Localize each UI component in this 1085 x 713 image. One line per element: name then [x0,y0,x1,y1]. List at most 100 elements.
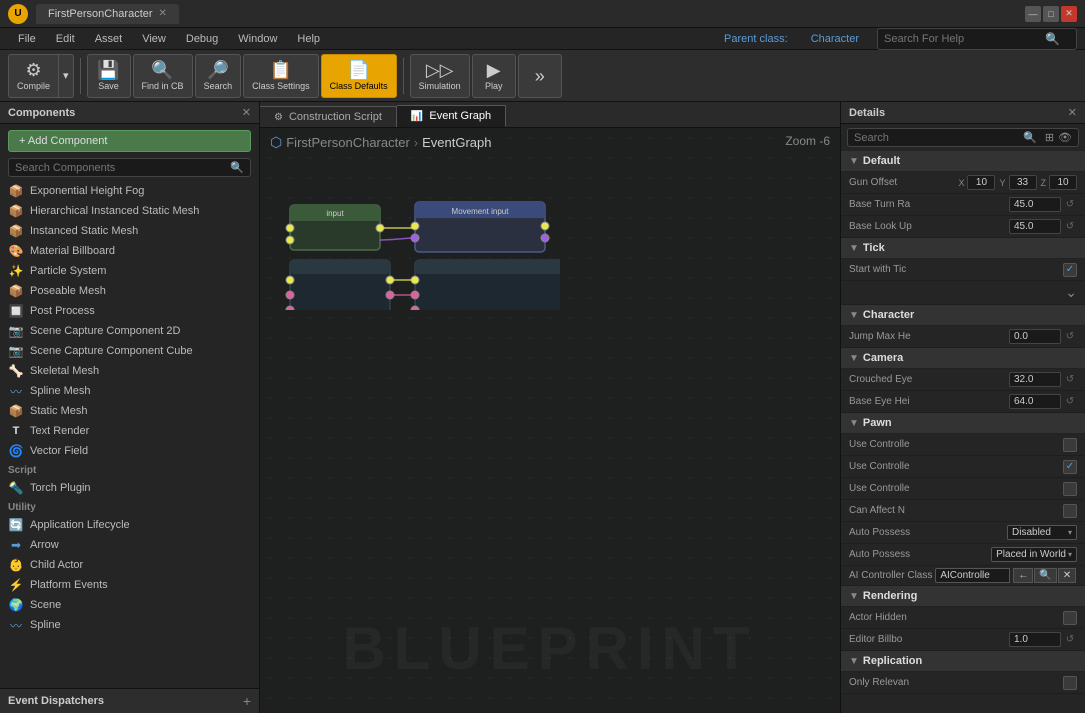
add-component-button[interactable]: + Add Component [8,130,251,152]
default-section-header[interactable]: ▼ Default [841,151,1085,172]
list-item[interactable]: ⚡ Platform Events [0,575,259,595]
class-defaults-button[interactable]: 📄 Class Defaults [321,54,397,98]
minimize-button[interactable]: — [1025,6,1041,22]
use-controlle-3-checkbox[interactable] [1063,482,1077,496]
list-item[interactable]: ➡ Arrow [0,535,259,555]
jump-max-reset[interactable]: ↺ [1063,331,1077,342]
base-eye-input[interactable] [1009,394,1061,409]
list-item[interactable]: 🦴 Skeletal Mesh [0,361,259,381]
menu-help[interactable]: Help [287,31,330,47]
only-relevan-checkbox[interactable] [1063,676,1077,690]
crouched-eye-input[interactable] [1009,372,1061,387]
list-item[interactable]: 🌍 Scene [0,595,259,615]
tick-expand-icon[interactable]: ⌄ [1065,284,1077,301]
jump-max-input[interactable] [1009,329,1061,344]
list-item[interactable]: 📦 Instanced Static Mesh [0,221,259,241]
gun-offset-z-input[interactable] [1049,175,1077,190]
tick-section-header[interactable]: ▼ Tick [841,238,1085,259]
auto-possess-2-select[interactable]: Placed in World ▾ [991,547,1077,562]
can-affect-checkbox[interactable] [1063,504,1077,518]
help-search-input[interactable] [884,33,1035,45]
list-item[interactable]: 👶 Child Actor [0,555,259,575]
list-item[interactable]: 🔄 Application Lifecycle [0,515,259,535]
list-item[interactable]: 📦 Hierarchical Instanced Static Mesh [0,201,259,221]
replication-section-header[interactable]: ▼ Replication [841,651,1085,672]
details-grid-icon[interactable]: ⊞ [1045,131,1054,144]
details-close[interactable]: ✕ [1068,106,1077,119]
list-item[interactable]: 🔦 Torch Plugin [0,478,259,498]
gun-offset-x-input[interactable] [967,175,995,190]
search-button[interactable]: 🔎 Search [195,54,242,98]
title-tab[interactable]: FirstPersonCharacter ✕ [36,4,179,24]
start-tick-checkbox[interactable] [1063,263,1077,277]
list-item[interactable]: T Text Render [0,421,259,441]
list-item[interactable]: 📦 Poseable Mesh [0,281,259,301]
list-item[interactable]: 📷 Scene Capture Component Cube [0,341,259,361]
auto-possess-1-select[interactable]: Disabled ▾ [1007,525,1077,540]
camera-section-header[interactable]: ▼ Camera [841,348,1085,369]
actor-hidden-checkbox[interactable] [1063,611,1077,625]
movement-area-top-right[interactable] [411,260,560,310]
components-close[interactable]: ✕ [242,106,251,119]
menu-debug[interactable]: Debug [176,31,228,47]
maximize-button[interactable]: □ [1043,6,1059,22]
list-item[interactable]: 🔲 Post Process [0,301,259,321]
simulation-button[interactable]: ▷▷ Simulation [410,54,470,98]
base-lookup-input[interactable] [1009,219,1061,234]
crouched-eye-reset[interactable]: ↺ [1063,374,1077,385]
breadcrumb-name[interactable]: FirstPersonCharacter [286,135,410,150]
list-item[interactable]: 🎨 Material Billboard [0,241,259,261]
list-item[interactable]: ✨ Particle System [0,261,259,281]
base-lookup-reset[interactable]: ↺ [1063,221,1077,232]
list-item[interactable]: 📦 Static Mesh [0,401,259,421]
menu-file[interactable]: File [8,31,46,47]
base-turn-input[interactable] [1009,197,1061,212]
menu-window[interactable]: Window [228,31,287,47]
use-controlle-1-checkbox[interactable] [1063,438,1077,452]
details-search-box[interactable]: 🔍 ⊞ 👁 [847,128,1079,147]
gun-offset-y-input[interactable] [1009,175,1037,190]
play-button[interactable]: ▶ Play [472,54,516,98]
list-item[interactable]: 📦 Exponential Height Fog [0,181,259,201]
add-dispatcher-button[interactable]: + [243,693,251,709]
search-components-input[interactable] [15,162,230,174]
tab-close[interactable]: ✕ [159,8,167,19]
menu-edit[interactable]: Edit [46,31,85,47]
ai-clear-button[interactable]: ✕ [1058,568,1076,583]
base-turn-reset[interactable]: ↺ [1063,199,1077,210]
editor-billbo-input[interactable] [1009,632,1061,647]
tab-event-graph[interactable]: 📊 Event Graph [397,105,506,127]
save-button[interactable]: 💾 Save [87,54,131,98]
details-search-input[interactable] [854,132,1019,144]
tab-construction-script[interactable]: ⚙ Construction Script [260,106,397,127]
use-controlle-2-checkbox[interactable] [1063,460,1077,474]
compile-button[interactable]: ⚙ Compile [8,54,59,98]
menu-view[interactable]: View [132,31,176,47]
blueprint-nodes-svg[interactable]: input Movement input [260,160,560,310]
compile-dropdown-arrow[interactable]: ▾ [59,54,74,98]
ai-back-button[interactable]: ← [1013,568,1033,583]
ai-controller-input[interactable] [935,568,1010,583]
pawn-section-header[interactable]: ▼ Pawn [841,413,1085,434]
blueprint-canvas-area[interactable]: ⚙ Construction Script 📊 Event Graph ⬡ Fi… [260,102,840,713]
rendering-section-header[interactable]: ▼ Rendering [841,586,1085,607]
movement-area-top[interactable] [286,260,394,310]
ai-search-button[interactable]: 🔍 [1034,568,1056,583]
movement-input-node[interactable]: Movement input [411,202,549,252]
list-item[interactable]: 〰 Spline [0,615,259,635]
search-components-box[interactable]: 🔍 [8,158,251,177]
details-eye-icon[interactable]: 👁 [1058,131,1072,144]
canvas-background[interactable]: ⬡ FirstPersonCharacter › EventGraph Zoom… [260,128,840,713]
find-in-cb-button[interactable]: 🔍 Find in CB [133,54,193,98]
input-node-group[interactable]: input [286,205,384,250]
more-button[interactable]: » [518,54,562,98]
character-section-header[interactable]: ▼ Character [841,305,1085,326]
list-item[interactable]: 📷 Scene Capture Component 2D [0,321,259,341]
class-settings-button[interactable]: 📋 Class Settings [243,54,319,98]
base-eye-reset[interactable]: ↺ [1063,396,1077,407]
menu-asset[interactable]: Asset [85,31,133,47]
help-search-box[interactable]: 🔍 [877,28,1077,50]
list-item[interactable]: 🌀 Vector Field [0,441,259,461]
close-button[interactable]: ✕ [1061,6,1077,22]
list-item[interactable]: 〰 Spline Mesh [0,381,259,401]
